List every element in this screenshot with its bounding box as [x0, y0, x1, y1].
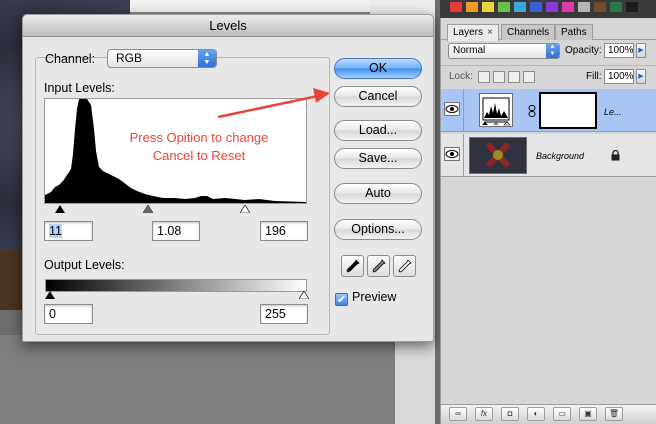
opacity-arrow-icon[interactable]: ▶ [636, 43, 646, 58]
close-tab-icon[interactable]: × [487, 27, 493, 38]
levels-dialog: Levels Channel: RGB ▲ ▼ Input Levels: Pre… [22, 14, 434, 342]
fill-label: Fill: [586, 71, 602, 82]
output-white-field[interactable]: 255 [260, 304, 308, 324]
chain-link-icon[interactable] [528, 105, 536, 117]
input-black-field[interactable]: 11 [44, 221, 93, 241]
blend-mode-value: Normal [453, 45, 486, 56]
save-button[interactable]: Save... [334, 148, 422, 169]
background-thumbnail [469, 137, 527, 174]
output-levels-label: Output Levels: [44, 258, 125, 272]
fill-field[interactable]: 100% [604, 69, 634, 84]
channel-label: Channel: [45, 52, 96, 66]
tab-paths[interactable]: Paths [555, 24, 593, 40]
tab-channels[interactable]: Channels [501, 24, 556, 40]
output-gradient-bar [45, 279, 307, 292]
workspace-canvas-light-2 [395, 335, 435, 424]
fill-arrow-icon[interactable]: ▶ [636, 69, 646, 84]
layers-panel: Layers × Channels Paths Normal ▲ ▼ Opacity… [440, 18, 656, 424]
input-white-slider[interactable] [240, 205, 250, 213]
new-layer-icon[interactable]: ▣ [579, 407, 597, 421]
options-button[interactable]: Options... [334, 219, 422, 240]
input-gamma-field[interactable]: 1.08 [152, 221, 200, 241]
stepper-icon: ▲ ▼ [198, 50, 216, 67]
lock-row: Lock: Fill: 100% ▶ [441, 65, 656, 87]
lock-all-icon[interactable] [523, 71, 535, 83]
input-levels-label: Input Levels: [44, 81, 115, 95]
white-eyedropper-icon[interactable] [393, 255, 416, 277]
annotation-text: Press Opition to change Cancel to Reset [129, 130, 269, 163]
output-black-field[interactable]: 0 [44, 304, 93, 324]
ok-button[interactable]: OK [334, 58, 422, 79]
input-black-slider[interactable] [55, 205, 65, 213]
panel-tabs: Layers × Channels Paths [441, 24, 656, 41]
input-white-field[interactable]: 196 [260, 221, 308, 241]
opacity-label: Opacity: [565, 45, 602, 56]
layer-name-background[interactable]: Background [536, 151, 584, 161]
fx-icon[interactable]: fx [475, 407, 493, 421]
black-eyedropper-icon[interactable] [341, 255, 364, 277]
mask-icon[interactable]: ◘ [501, 407, 519, 421]
checkbox-checked-icon: ✔ [335, 293, 348, 306]
opacity-field[interactable]: 100% [604, 43, 634, 58]
preview-checkbox[interactable]: ✔ Preview [335, 290, 396, 306]
blend-mode-select[interactable]: Normal ▲ ▼ [448, 43, 560, 59]
lock-label: Lock: [449, 71, 473, 82]
lock-icon [611, 150, 620, 161]
channel-select[interactable]: RGB ▲ ▼ [107, 49, 217, 68]
output-white-slider[interactable] [299, 291, 309, 299]
auto-button[interactable]: Auto [334, 183, 422, 204]
preview-label: Preview [352, 290, 397, 304]
input-gamma-slider[interactable] [143, 205, 153, 213]
eye-icon[interactable] [444, 102, 460, 116]
stepper-icon: ▲ ▼ [546, 44, 559, 58]
lock-brush-icon[interactable] [493, 71, 505, 83]
layers-footer: ∞ fx ◘ ◐ ▭ ▣ 🗑 [441, 404, 656, 424]
layer-row-background[interactable]: Background [441, 134, 656, 177]
dialog-title[interactable]: Levels [23, 15, 433, 37]
load-button[interactable]: Load... [334, 120, 422, 141]
lock-transparent-icon[interactable] [478, 71, 490, 83]
adjustment-icon[interactable]: ◐ [527, 407, 545, 421]
levels-adjustment-icon [479, 93, 513, 127]
input-black-value: 11 [49, 224, 62, 238]
channel-select-value: RGB [116, 51, 143, 65]
folder-icon[interactable]: ▭ [553, 407, 571, 421]
tab-layers[interactable]: Layers × [447, 24, 499, 41]
histogram: Press Opition to change Cancel to Reset [44, 98, 307, 204]
gray-eyedropper-icon[interactable] [367, 255, 390, 277]
trash-icon[interactable]: 🗑 [605, 407, 623, 421]
lock-move-icon[interactable] [508, 71, 520, 83]
workspace-canvas-gray [0, 335, 395, 424]
output-black-slider[interactable] [45, 291, 55, 299]
layer-row-levels[interactable]: Le... [441, 89, 656, 132]
eye-icon[interactable] [444, 147, 460, 161]
swatches-strip [440, 0, 656, 18]
link-icon[interactable]: ∞ [449, 407, 467, 421]
layer-name-levels[interactable]: Le... [604, 107, 622, 117]
layer-mask-thumbnail[interactable] [539, 92, 597, 129]
cancel-button[interactable]: Cancel [334, 86, 422, 107]
